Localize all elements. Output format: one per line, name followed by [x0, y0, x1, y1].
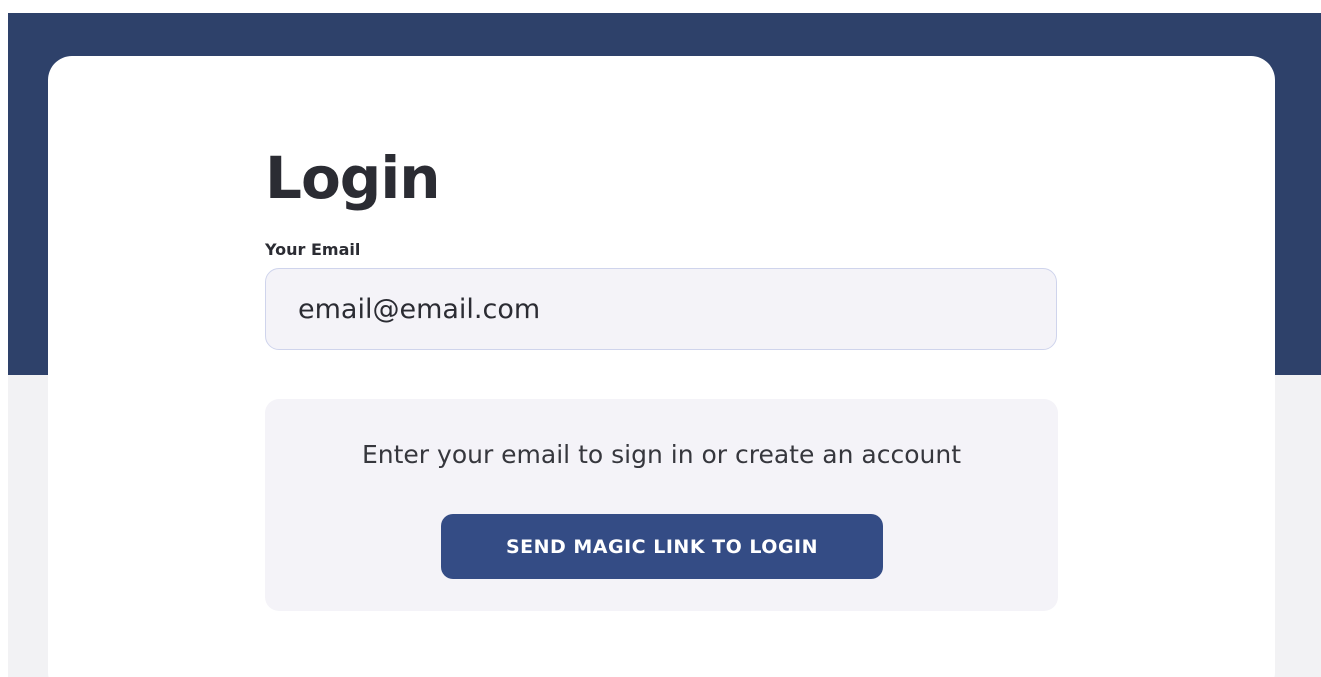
info-box: Enter your email to sign in or create an…	[265, 399, 1058, 611]
email-label: Your Email	[265, 240, 361, 259]
email-field[interactable]	[265, 268, 1057, 350]
info-text: Enter your email to sign in or create an…	[361, 440, 962, 469]
send-magic-link-button[interactable]: SEND MAGIC LINK TO LOGIN	[441, 514, 883, 579]
page-title: Login	[265, 144, 440, 212]
page: Login Your Email Enter your email to sig…	[0, 0, 1321, 677]
